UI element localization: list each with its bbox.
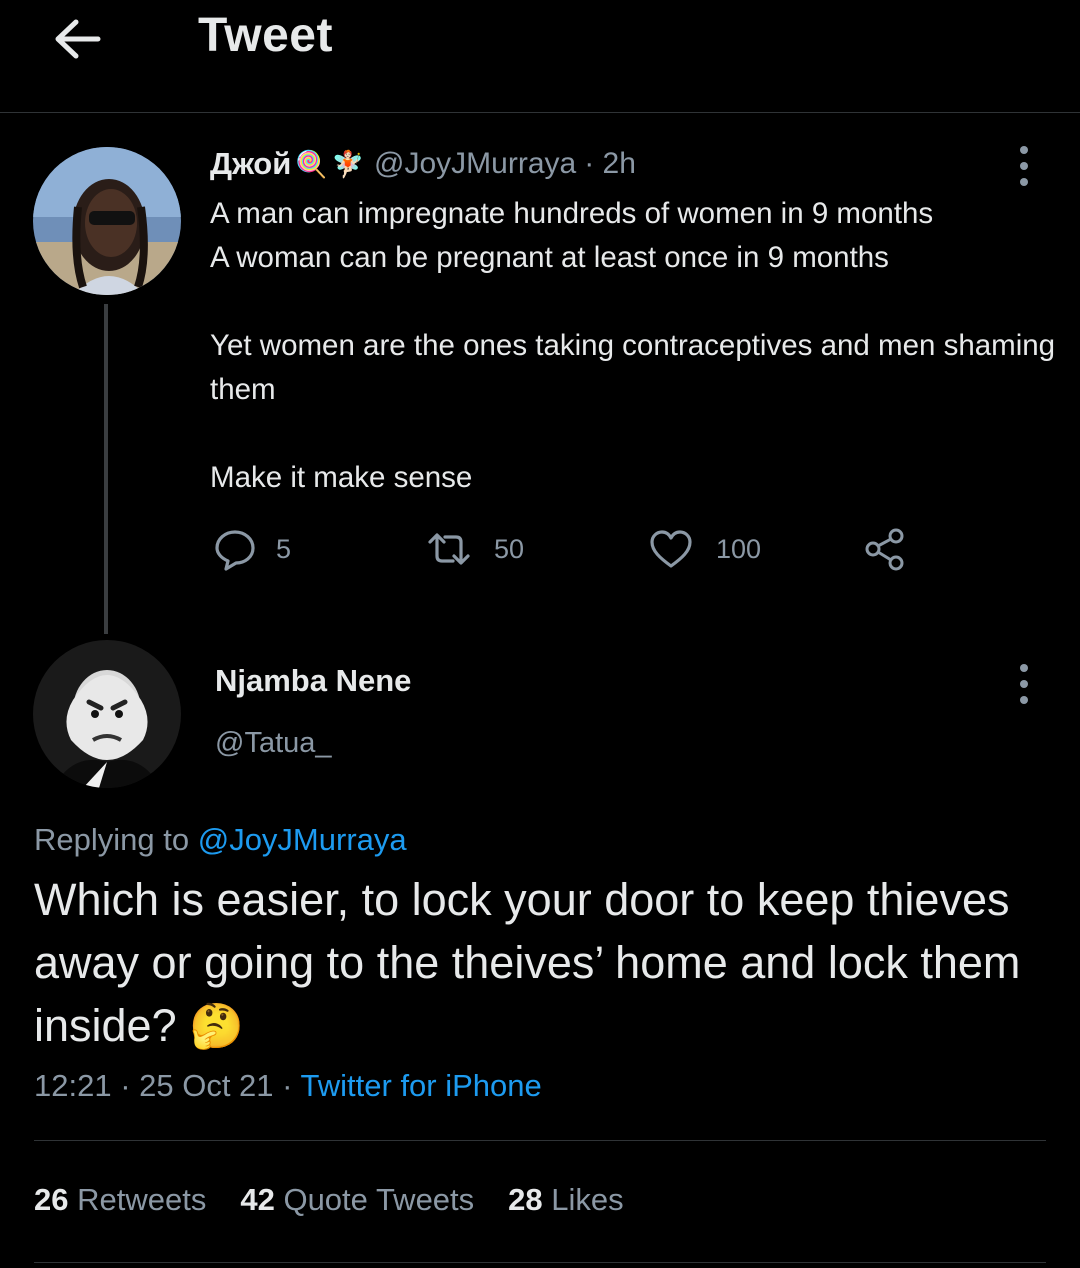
top-bar [0,0,1080,113]
divider [34,1262,1046,1263]
more-dot-icon [1020,696,1028,704]
back-button[interactable] [48,14,108,64]
retweet-icon [428,533,470,565]
retweet-count: 50 [494,533,525,564]
reply-author-handle[interactable]: @Tatua_ [215,727,332,760]
more-dot-icon [1020,146,1028,154]
reply-tweet-text: Which is easier, to lock your door to ke… [34,874,1021,1051]
avatar-photo-woman [33,147,181,295]
likes-count: 28 [508,1182,543,1217]
reply-bubble-icon [215,530,255,571]
retweet-button[interactable]: 50 [426,526,524,572]
thread-connector-line [104,304,108,634]
arrow-left-icon [55,19,101,59]
retweets-count: 26 [34,1182,69,1217]
parent-author-name[interactable]: Джой [210,146,291,182]
quote-tweets-stat[interactable]: 42 Quote Tweets [240,1182,474,1218]
reply-tweet-more-button[interactable] [1018,664,1030,704]
quote-tweets-label: Quote Tweets [283,1182,475,1217]
parent-author-handle[interactable]: @JoyJMurraya [374,147,576,181]
share-nodes-icon [865,528,904,571]
parent-tweet-time: · 2h [584,147,636,180]
reply-tweet-text-block: Which is easier, to lock your door to ke… [34,868,1044,1058]
fairy-emoji-icon: 🧚🏻 [331,148,365,179]
more-dot-icon [1020,162,1028,170]
more-dot-icon [1020,178,1028,186]
parent-tweet-more-button[interactable] [1018,146,1030,186]
more-dot-icon [1020,680,1028,688]
reply-author-avatar[interactable] [33,640,181,788]
retweets-stat[interactable]: 26 Retweets [34,1182,206,1218]
reply-count: 5 [276,533,292,564]
divider [34,1140,1046,1141]
like-button[interactable]: 100 [648,526,761,572]
tweet-source-link[interactable]: Twitter for iPhone [301,1068,542,1103]
tweet-timestamp: 12:21 · 25 Oct 21 · [34,1068,293,1103]
replying-to-label: Replying to [34,822,190,857]
replying-to-line: Replying to @JoyJMurraya [34,822,407,858]
like-count: 100 [716,533,762,564]
quote-tweets-count: 42 [240,1182,275,1217]
replying-to-handle-link[interactable]: @JoyJMurraya [198,822,407,857]
likes-label: Likes [551,1182,624,1217]
parent-author-avatar[interactable] [33,147,181,295]
thinking-face-emoji-icon: 🤔 [189,1002,244,1051]
likes-stat[interactable]: 28 Likes [508,1182,623,1218]
reply-author-name[interactable]: Njamba Nene [215,663,411,699]
lollipop-emoji-icon: 🍭 [295,148,328,179]
tweet-meta-line: 12:21 · 25 Oct 21 · Twitter for iPhone [34,1068,542,1104]
heart-icon [650,530,692,568]
parent-tweet-text: A man can impregnate hundreds of women i… [210,197,1056,494]
tweet-stats: 26 Retweets 42 Quote Tweets 28 Likes [34,1182,658,1218]
share-button[interactable] [862,526,908,572]
more-dot-icon [1020,664,1028,672]
page-title: Tweet [198,9,333,62]
parent-tweet-header: Джой 🍭 🧚🏻 @JoyJMurraya · 2h [210,146,636,182]
avatar-portrait-bearded-man [33,640,181,788]
retweets-label: Retweets [77,1182,207,1217]
reply-button[interactable]: 5 [212,526,291,572]
